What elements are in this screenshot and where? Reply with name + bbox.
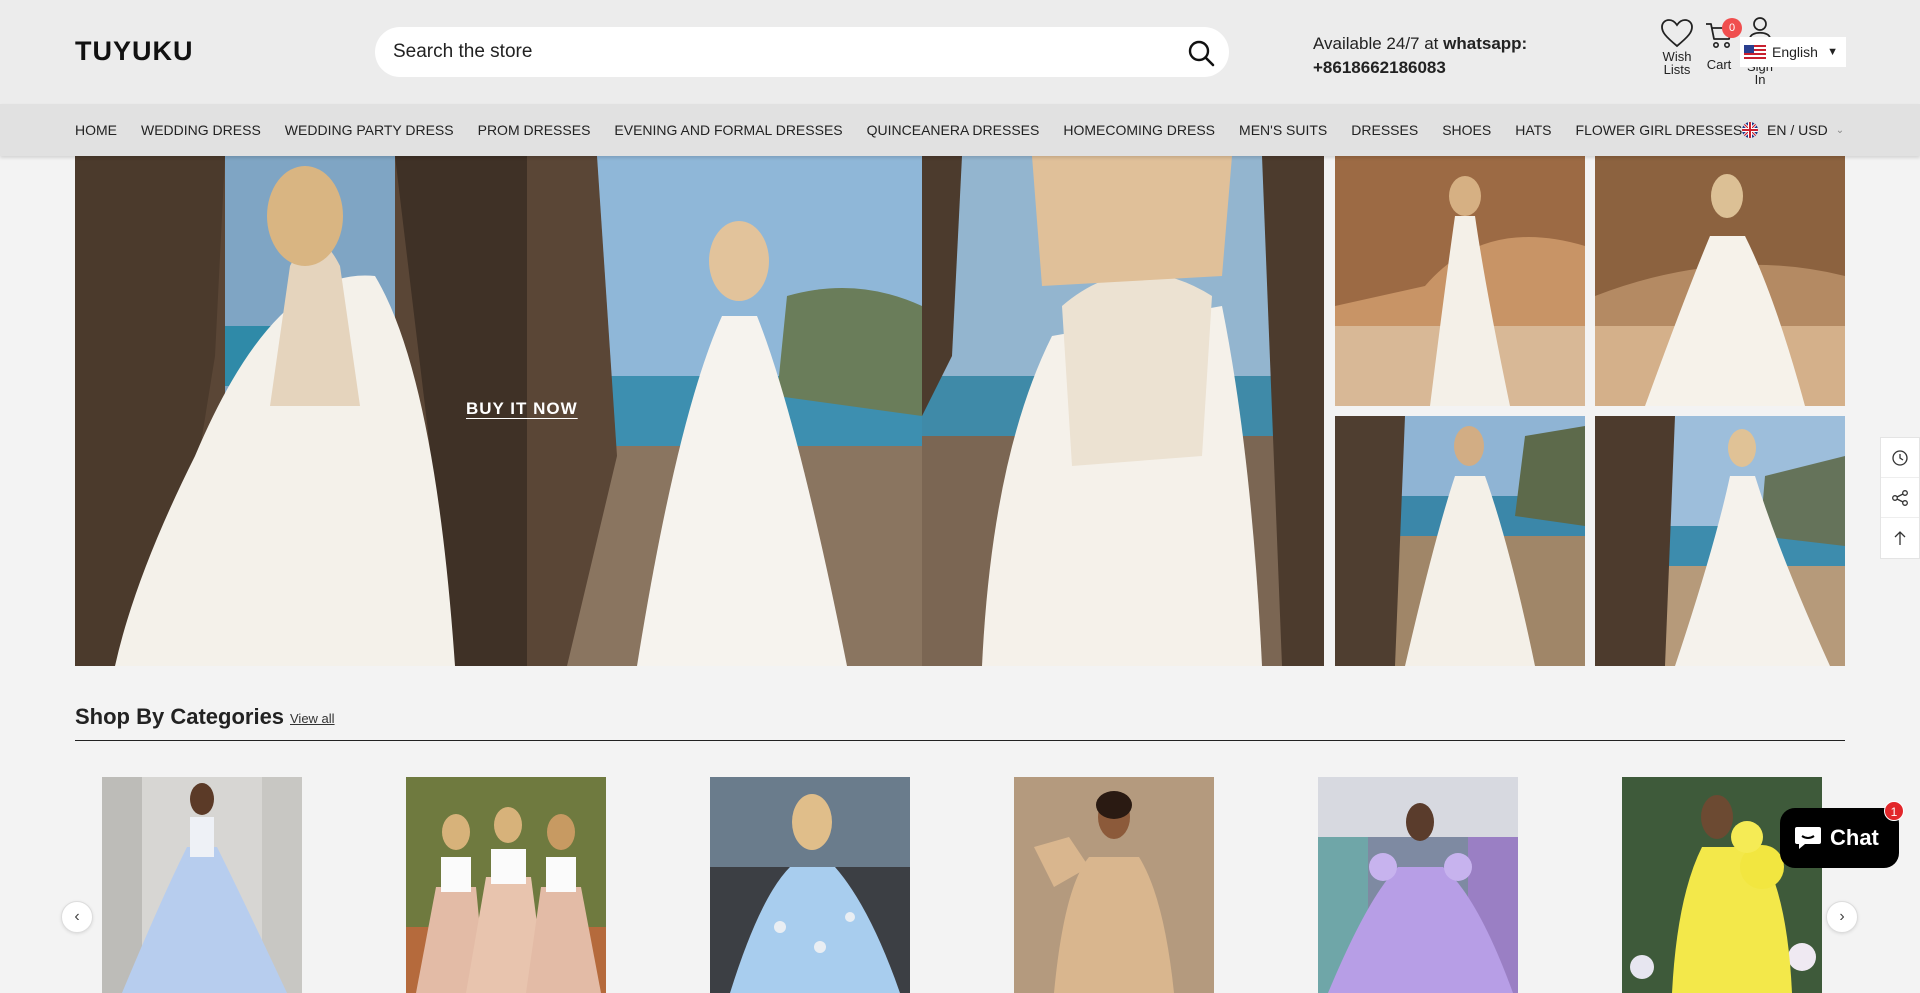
nav-item-flower-girl[interactable]: FLOWER GIRL DRESSES: [1576, 122, 1743, 138]
nav-item-shoes[interactable]: SHOES: [1442, 122, 1491, 138]
chat-button[interactable]: Chat: [1780, 808, 1899, 868]
back-to-top-button[interactable]: [1881, 518, 1919, 558]
main-nav: HOME WEDDING DRESS WEDDING PARTY DRESS P…: [0, 104, 1920, 156]
shop-by-categories-section: Shop By Categories View all ‹ ›: [0, 696, 1920, 993]
currency-label: EN / USD: [1767, 122, 1828, 138]
section-title: Shop By Categories: [75, 704, 285, 729]
heart-icon: [1661, 19, 1693, 48]
wishlist-label-2: Lists: [1663, 62, 1691, 77]
nav-item-evening-formal[interactable]: EVENING AND FORMAL DRESSES: [614, 122, 842, 138]
chat-bubble-icon: [1795, 827, 1821, 849]
hero-section: BUY IT NOW: [0, 156, 1920, 696]
search-input[interactable]: [393, 27, 1153, 77]
uk-flag-icon: [1742, 122, 1758, 138]
chat-label: Chat: [1830, 825, 1879, 850]
nav-item-hats[interactable]: HATS: [1515, 122, 1551, 138]
chevron-down-icon: ⌄: [1835, 124, 1845, 136]
hero-thumb-3[interactable]: [1335, 416, 1585, 666]
language-selector[interactable]: English ▼: [1740, 37, 1846, 67]
hero-image-front-view: [527, 156, 922, 666]
caret-down-icon: ▼: [1827, 46, 1838, 58]
currency-selector[interactable]: EN / USD ⌄: [1742, 104, 1844, 156]
hero-image-back-view: [75, 156, 527, 666]
buy-it-now-link[interactable]: BUY IT NOW: [466, 399, 578, 419]
category-card-2[interactable]: [406, 777, 606, 993]
history-icon: [1892, 449, 1908, 466]
search-icon[interactable]: [1187, 39, 1215, 67]
nav-item-dresses[interactable]: DRESSES: [1351, 122, 1418, 138]
nav-item-homecoming[interactable]: HOMECOMING DRESS: [1063, 122, 1215, 138]
view-all-link[interactable]: View all: [290, 711, 335, 726]
signin-label-2: In: [1754, 72, 1766, 87]
arrow-up-icon: [1894, 531, 1906, 545]
chat-unread-badge: 1: [1884, 801, 1904, 821]
hero-thumb-4[interactable]: [1595, 416, 1845, 666]
category-card-5[interactable]: [1318, 777, 1518, 993]
share-icon: [1892, 489, 1908, 506]
language-label: English: [1772, 44, 1818, 60]
hero-image-closeup: [922, 156, 1324, 666]
user-icon: [1749, 17, 1771, 39]
nav-item-prom-dresses[interactable]: PROM DRESSES: [478, 122, 591, 138]
carousel-next-button[interactable]: ›: [1826, 901, 1858, 933]
wishlist-button[interactable]: Wish Lists: [1654, 18, 1700, 76]
nav-item-wedding-dress[interactable]: WEDDING DRESS: [141, 122, 261, 138]
floating-toolbar: [1880, 437, 1920, 559]
chevron-left-icon: ‹: [74, 908, 80, 925]
hero-banner[interactable]: BUY IT NOW: [75, 156, 1324, 666]
nav-item-quinceanera[interactable]: QUINCEANERA DRESSES: [867, 122, 1040, 138]
share-button[interactable]: [1881, 478, 1919, 518]
chevron-right-icon: ›: [1839, 908, 1845, 925]
contact-info: Available 24/7 at whatsapp: +86186621860…: [1313, 32, 1527, 80]
nav-menu: HOME WEDDING DRESS WEDDING PARTY DRESS P…: [75, 104, 1766, 156]
nav-item-home[interactable]: HOME: [75, 122, 117, 138]
carousel-prev-button[interactable]: ‹: [61, 901, 93, 933]
site-logo[interactable]: TUYUKU: [75, 36, 194, 67]
nav-item-wedding-party-dress[interactable]: WEDDING PARTY DRESS: [285, 122, 454, 138]
contact-phone[interactable]: +8618662186083: [1313, 58, 1446, 77]
contact-prefix: Available 24/7 at: [1313, 34, 1439, 53]
category-card-4[interactable]: [1014, 777, 1214, 993]
site-header: TUYUKU Available 24/7 at whatsapp: +8618…: [0, 0, 1920, 104]
category-card-1[interactable]: [102, 777, 302, 993]
us-flag-icon: [1744, 45, 1766, 59]
search-bar[interactable]: [375, 27, 1229, 77]
hero-thumb-2[interactable]: [1595, 156, 1845, 406]
nav-item-mens-suits[interactable]: MEN'S SUITS: [1239, 122, 1327, 138]
cart-label: Cart: [1706, 57, 1732, 72]
section-divider: [75, 740, 1845, 741]
cart-count-badge: 0: [1722, 18, 1742, 38]
hero-thumb-1[interactable]: [1335, 156, 1585, 406]
recently-viewed-button[interactable]: [1881, 438, 1919, 478]
category-card-3[interactable]: [710, 777, 910, 993]
contact-channel: whatsapp:: [1443, 34, 1528, 53]
